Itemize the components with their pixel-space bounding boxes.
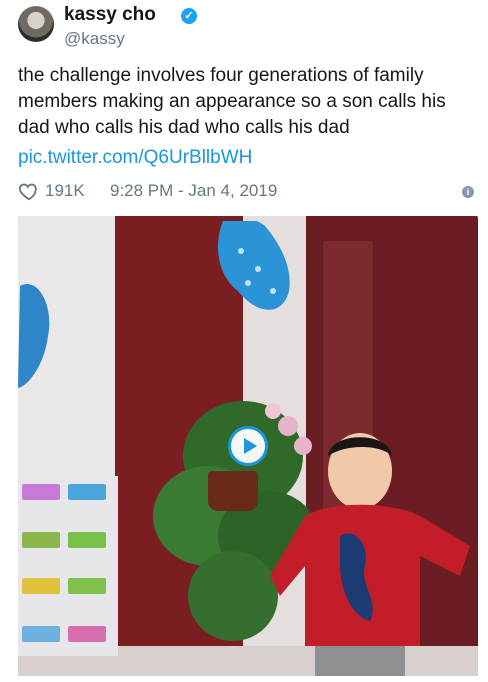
play-icon xyxy=(244,438,257,454)
balloon xyxy=(18,284,50,388)
media-link[interactable]: pic.twitter.com/Q6UrBllbWH xyxy=(18,147,252,169)
info-icon[interactable]: i xyxy=(462,186,474,198)
toy-bin xyxy=(68,532,106,548)
toy-bin xyxy=(22,484,60,500)
heart-icon[interactable] xyxy=(18,180,40,202)
toy-bin xyxy=(22,532,60,548)
toy-shelf xyxy=(18,476,118,656)
toy-bin xyxy=(68,578,106,594)
toy-bin xyxy=(68,484,106,500)
play-button[interactable] xyxy=(228,426,268,466)
tweet-meta: 191K 9:28 PM - Jan 4, 2019 i xyxy=(18,180,478,204)
like-count[interactable]: 191K xyxy=(45,181,85,201)
tweet-header: kassy cho ✓ @kassy xyxy=(18,4,478,52)
tweet-text: the challenge involves four generations … xyxy=(18,65,446,138)
toy-bin xyxy=(22,626,60,642)
verified-badge-icon: ✓ xyxy=(181,8,197,24)
author-handle[interactable]: @kassy xyxy=(64,29,125,49)
balloon xyxy=(218,221,290,310)
tweet-timestamp[interactable]: 9:28 PM - Jan 4, 2019 xyxy=(110,181,277,201)
video-thumbnail[interactable] xyxy=(18,216,478,676)
toy-bin xyxy=(68,626,106,642)
avatar[interactable] xyxy=(18,6,54,42)
toy-bin xyxy=(22,578,60,594)
author-name[interactable]: kassy cho xyxy=(64,4,156,26)
plant-pot xyxy=(208,471,258,511)
child xyxy=(270,433,470,676)
